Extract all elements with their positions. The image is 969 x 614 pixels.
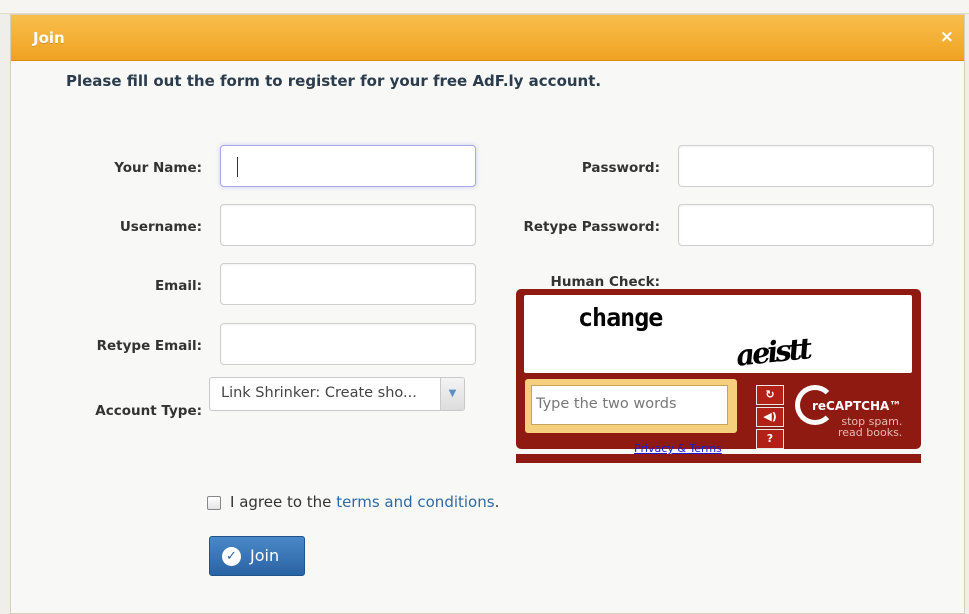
modal-title: Join bbox=[33, 29, 65, 47]
join-button-label: Join bbox=[250, 546, 280, 565]
username-label: Username: bbox=[119, 219, 202, 235]
text-caret bbox=[237, 157, 238, 177]
email-input[interactable] bbox=[220, 263, 476, 305]
retype-password-input[interactable] bbox=[678, 204, 934, 246]
top-border bbox=[0, 0, 969, 14]
join-button[interactable]: ✓ Join bbox=[209, 536, 305, 576]
recaptcha-widget: change aeistt Type the two words ↻ ◀) ? … bbox=[516, 289, 923, 467]
recaptcha-logo-text: reCAPTCHA™ bbox=[812, 399, 902, 413]
agree-checkbox[interactable] bbox=[207, 496, 221, 510]
retype-email-label: Retype Email: bbox=[96, 338, 202, 354]
your-name-input[interactable] bbox=[220, 145, 476, 187]
reload-icon[interactable]: ↻ bbox=[756, 385, 784, 405]
username-input[interactable] bbox=[220, 204, 476, 246]
account-type-label: Account Type: bbox=[95, 403, 202, 419]
account-type-value: Link Shrinker: Create sho... bbox=[221, 385, 417, 401]
modal-header: Join × bbox=[11, 15, 964, 61]
tagline-line-2: read books. bbox=[838, 426, 903, 439]
terms-link[interactable]: terms and conditions bbox=[336, 493, 494, 511]
audio-icon[interactable]: ◀) bbox=[756, 407, 784, 427]
chevron-down-icon[interactable]: ▼ bbox=[440, 378, 464, 410]
password-label: Password: bbox=[581, 160, 660, 176]
your-name-label: Your Name: bbox=[114, 160, 202, 176]
captcha-response-input[interactable]: Type the two words bbox=[531, 385, 728, 425]
intro-text: Please fill out the form to register for… bbox=[66, 72, 602, 90]
agree-suffix: . bbox=[494, 493, 500, 511]
retype-email-input[interactable] bbox=[220, 323, 476, 365]
captcha-bottom-bar bbox=[516, 454, 921, 463]
agree-label: I agree to the terms and conditions. bbox=[230, 493, 499, 511]
close-icon[interactable]: × bbox=[940, 27, 954, 47]
agree-prefix: I agree to the bbox=[230, 493, 337, 511]
account-type-select[interactable]: Link Shrinker: Create sho... ▼ bbox=[209, 377, 465, 411]
human-check-label: Human Check: bbox=[550, 274, 660, 290]
captcha-word-1: change bbox=[578, 303, 663, 332]
recaptcha-tagline: stop spam. read books. bbox=[838, 416, 902, 438]
email-label: Email: bbox=[154, 278, 202, 294]
password-input[interactable] bbox=[678, 145, 934, 187]
captcha-word-2: aeistt bbox=[734, 331, 811, 373]
captcha-image: change aeistt bbox=[524, 295, 912, 373]
captcha-input-wrap: Type the two words bbox=[525, 379, 737, 433]
help-icon[interactable]: ? bbox=[756, 429, 784, 449]
check-icon: ✓ bbox=[222, 547, 241, 566]
retype-password-label: Retype Password: bbox=[523, 219, 660, 235]
